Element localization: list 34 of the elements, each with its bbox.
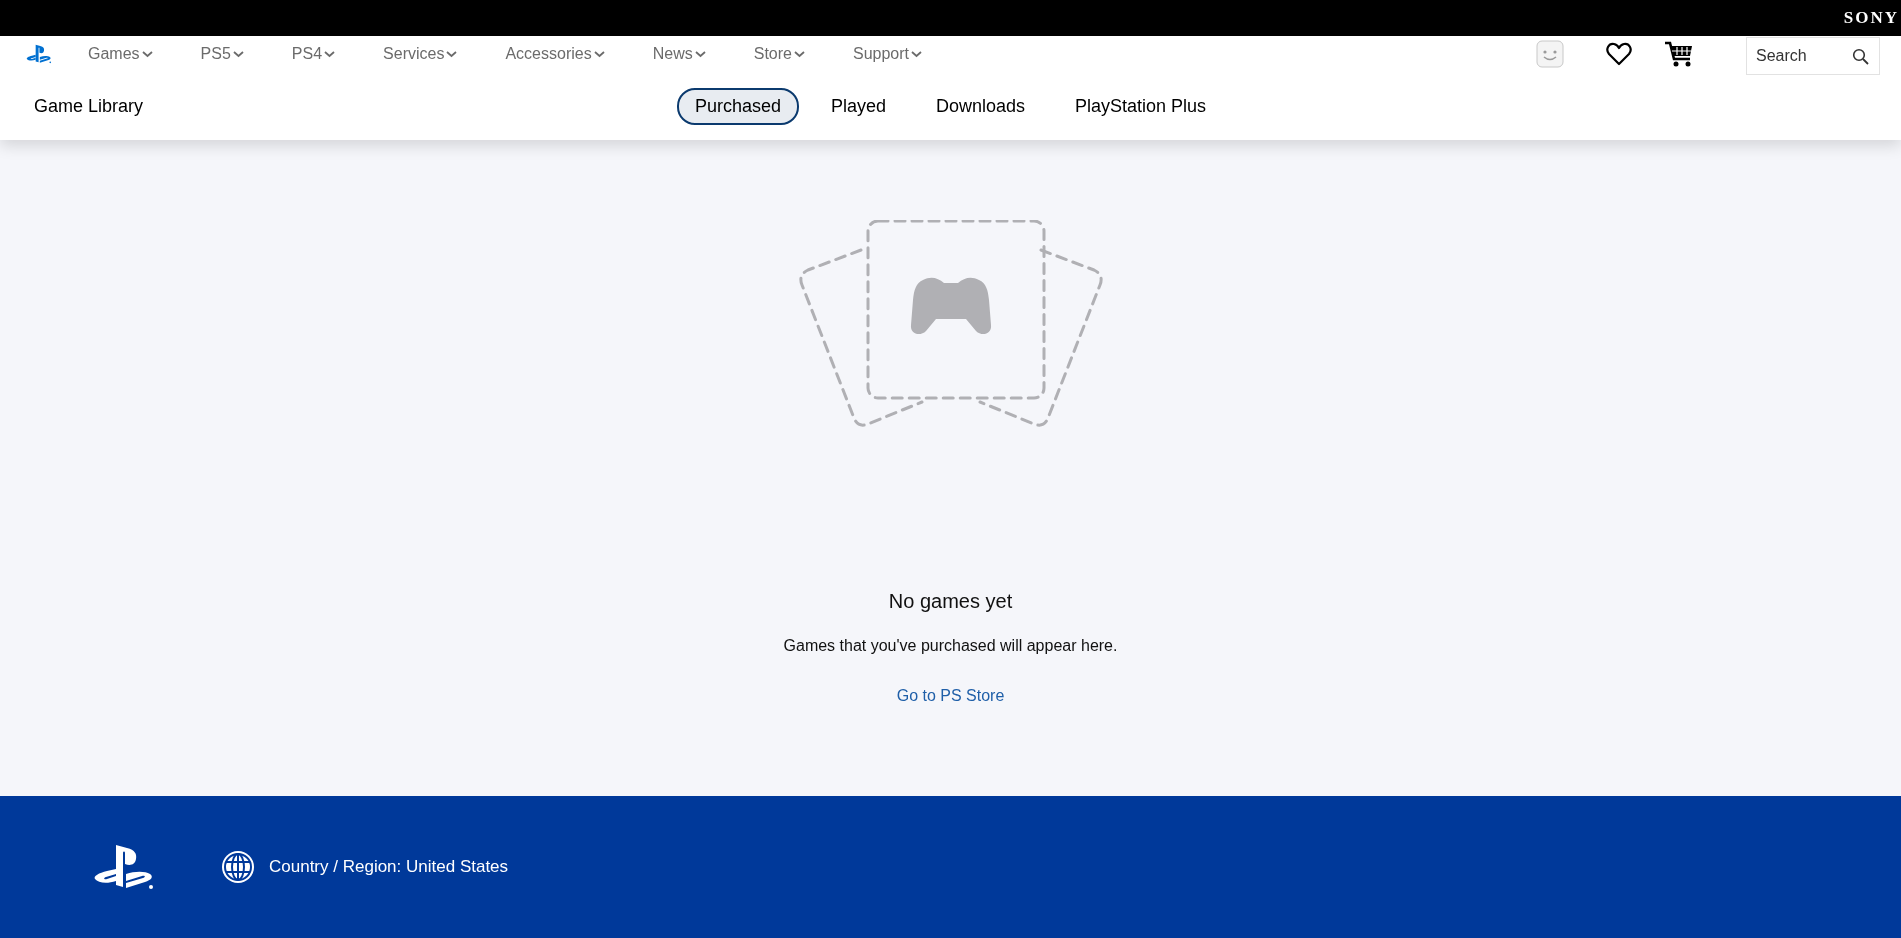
nav-menu-item[interactable]: PS5 [200, 45, 244, 63]
empty-message: Games that you've purchased will appear here. [783, 637, 1118, 655]
globe-icon [221, 850, 255, 884]
library-tab[interactable]: PlayStation Plus [1057, 87, 1225, 125]
caret-icon [232, 50, 244, 58]
playstation-logo[interactable] [26, 44, 52, 64]
library-tab[interactable]: Downloads [918, 87, 1044, 125]
page-title: Game Library [34, 95, 145, 117]
heart-icon[interactable] [1606, 42, 1632, 66]
caret-icon [324, 50, 336, 58]
caret-icon [141, 50, 153, 58]
caret-icon [793, 50, 805, 58]
playstation-logo [93, 843, 155, 891]
cart-icon[interactable] [1664, 40, 1694, 68]
library-tab[interactable]: Purchased [676, 87, 799, 125]
library-tab[interactable]: Played [812, 87, 904, 125]
region-selector[interactable]: Country / Region: United States [269, 857, 509, 877]
nav-menu-item[interactable]: Games [88, 45, 153, 63]
avatar-icon[interactable] [1536, 40, 1564, 68]
nav-menu-item[interactable]: News [652, 45, 706, 63]
search-field[interactable]: Search [1746, 37, 1880, 75]
caret-icon [593, 50, 605, 58]
caret-icon [911, 50, 922, 58]
nav-menu-item[interactable]: Accessories [505, 45, 605, 63]
nav-menu-item[interactable]: PS4 [291, 45, 336, 63]
nav-menu-item[interactable]: Support [852, 45, 922, 63]
nav-menu-item[interactable]: Services [383, 45, 458, 63]
caret-icon [694, 50, 706, 58]
caret-icon [446, 50, 458, 58]
search-icon [1852, 47, 1869, 65]
nav-menu-item[interactable]: Store [753, 45, 805, 63]
brand-wordmark: SONY [1843, 8, 1899, 28]
empty-heading: No games yet [888, 590, 1013, 613]
store-link[interactable]: Go to PS Store [896, 687, 1005, 705]
